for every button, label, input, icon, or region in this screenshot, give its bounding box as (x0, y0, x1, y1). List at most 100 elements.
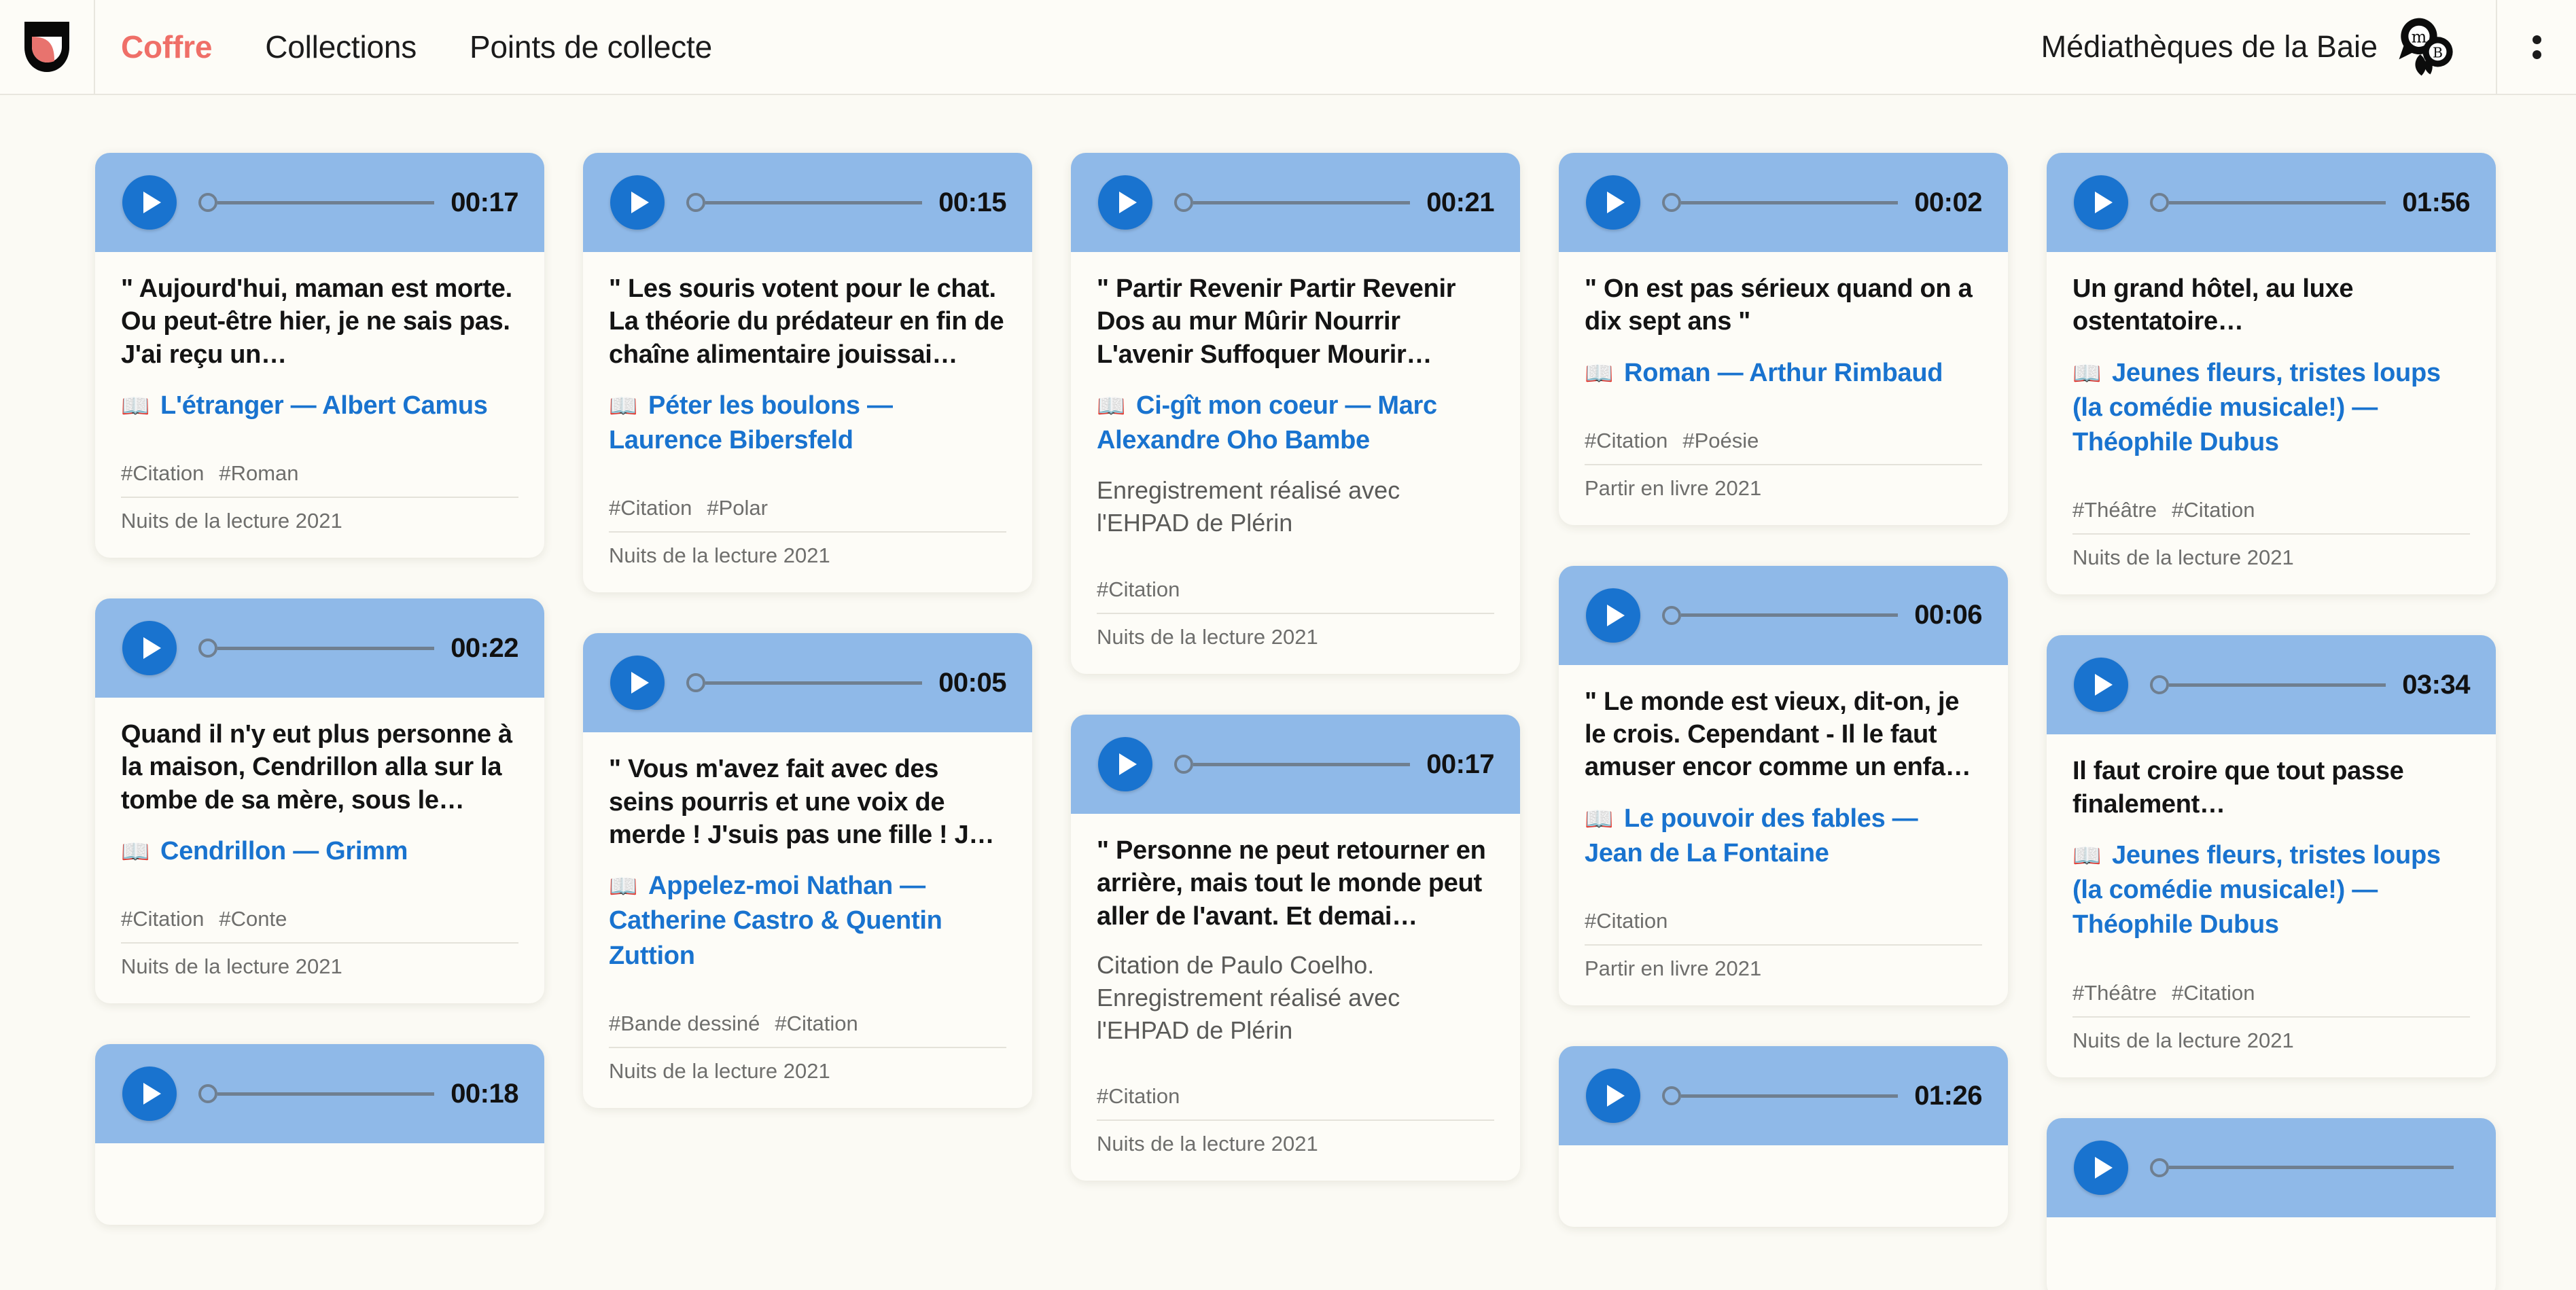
playback-slider[interactable] (2150, 1158, 2454, 1177)
audio-quote-card[interactable]: 01:26 (1559, 1046, 2008, 1228)
slider-track[interactable] (217, 1092, 435, 1096)
slider-track[interactable] (1681, 200, 1899, 204)
play-button[interactable] (2074, 175, 2128, 230)
tag[interactable]: #Polar (707, 496, 768, 520)
tag[interactable]: #Citation (121, 461, 204, 485)
play-button[interactable] (2074, 1140, 2128, 1195)
slider-track[interactable] (705, 681, 923, 685)
slider-track[interactable] (705, 200, 923, 204)
audio-quote-card[interactable]: 00:22 Quand il n'y eut plus personne à la… (95, 598, 544, 1004)
play-button[interactable] (1586, 1069, 1640, 1124)
nav-item-collections[interactable]: Collections (265, 29, 417, 65)
play-icon (2094, 674, 2113, 696)
tag[interactable]: #Citation (2172, 498, 2255, 522)
slider-knob[interactable] (2150, 675, 2169, 695)
play-button[interactable] (2074, 658, 2128, 713)
tag[interactable]: #Citation (775, 1011, 858, 1035)
nav-item-points-de-collecte[interactable]: Points de collecte (470, 29, 712, 65)
slider-knob[interactable] (686, 193, 705, 212)
slider-knob[interactable] (1662, 605, 1681, 625)
audio-quote-card[interactable]: 01:56 Un grand hôtel, au luxe ostentatoir… (2047, 153, 2496, 595)
audio-quote-card[interactable]: 00:06 " Le monde est vieux, dit-on, je le… (1559, 565, 2008, 1006)
source-link[interactable]: 📖 Ci-gît mon coeur — Marc Alexandre Oho B… (1097, 389, 1494, 459)
playback-slider[interactable] (1174, 755, 1411, 774)
slider-knob[interactable] (198, 193, 217, 212)
tag[interactable]: #Théâtre (2072, 498, 2157, 522)
source-link[interactable]: 📖 Jeunes fleurs, tristes loups (la comédi… (2072, 356, 2470, 461)
playback-slider[interactable] (2150, 675, 2386, 695)
slider-track[interactable] (217, 646, 435, 650)
slider-knob[interactable] (686, 673, 705, 693)
slider-knob[interactable] (2150, 193, 2169, 212)
slider-track[interactable] (1193, 762, 1411, 766)
source-link[interactable]: 📖 Le pouvoir des fables — Jean de La Font… (1585, 802, 1982, 872)
play-button[interactable] (122, 175, 177, 230)
slider-track[interactable] (2169, 1166, 2454, 1170)
tag[interactable]: #Citation (1097, 577, 1180, 601)
playback-slider[interactable] (1174, 193, 1411, 212)
playback-slider[interactable] (1662, 605, 1899, 625)
playback-slider[interactable] (198, 193, 435, 212)
audio-quote-card[interactable]: 00:17 " Aujourd'hui, maman est morte. Ou … (95, 153, 544, 558)
source-link[interactable]: 📖 Cendrillon — Grimm (121, 834, 518, 869)
slider-knob[interactable] (198, 639, 217, 658)
slider-track[interactable] (2169, 683, 2386, 687)
slider-track[interactable] (2169, 200, 2386, 204)
audio-quote-card[interactable]: 00:17 " Personne ne peut retourner en arr… (1071, 715, 1520, 1181)
play-button[interactable] (1586, 175, 1640, 230)
tag[interactable]: #Citation (1585, 909, 1668, 933)
playback-slider[interactable] (198, 639, 435, 658)
playback-slider[interactable] (686, 673, 923, 693)
play-button[interactable] (122, 1067, 177, 1122)
source-link[interactable]: 📖 Jeunes fleurs, tristes loups (la comédi… (2072, 838, 2470, 943)
slider-knob[interactable] (2150, 1158, 2169, 1177)
source-link[interactable]: 📖 Roman — Arthur Rimbaud (1585, 356, 1982, 391)
tag[interactable]: #Citation (1097, 1084, 1180, 1108)
source-link[interactable]: 📖 Appelez-moi Nathan — Catherine Castro &… (609, 869, 1006, 973)
tag[interactable]: #Poésie (1682, 429, 1759, 452)
audio-quote-card[interactable]: 00:21 " Partir Revenir Partir Revenir Dos… (1071, 153, 1520, 675)
source-link[interactable]: 📖 Péter les boulons — Laurence Bibersfeld (609, 389, 1006, 459)
play-button[interactable] (1586, 588, 1640, 643)
source-link[interactable]: 📖 L'étranger — Albert Camus (121, 389, 518, 423)
duration-label: 00:06 (1914, 600, 1982, 630)
tag-list: #Citation #Poésie (1585, 429, 1982, 464)
overflow-menu-button[interactable] (2496, 0, 2576, 94)
app-logo[interactable] (0, 0, 95, 94)
play-button[interactable] (610, 175, 665, 230)
slider-knob[interactable] (1174, 755, 1193, 774)
tag[interactable]: #Théâtre (2072, 981, 2157, 1005)
audio-quote-card[interactable]: 00:15 " Les souris votent pour le chat. L… (583, 153, 1032, 593)
tag[interactable]: #Bande dessiné (609, 1011, 760, 1035)
audio-quote-card[interactable]: 03:34 Il faut croire que tout passe final… (2047, 635, 2496, 1077)
audio-quote-card[interactable]: 00:18 (95, 1044, 544, 1225)
audio-quote-card[interactable]: 00:02 " On est pas sérieux quand on a dix… (1559, 153, 2008, 525)
playback-slider[interactable] (2150, 193, 2386, 212)
playback-slider[interactable] (1662, 1086, 1899, 1106)
tag[interactable]: #Citation (609, 496, 692, 520)
play-button[interactable] (1098, 737, 1152, 792)
slider-knob[interactable] (1662, 193, 1681, 212)
slider-track[interactable] (1681, 1094, 1899, 1098)
slider-knob[interactable] (198, 1084, 217, 1104)
tag[interactable]: #Citation (2172, 981, 2255, 1005)
tag-list: #Bande dessiné #Citation (609, 1011, 1006, 1047)
tag[interactable]: #Roman (219, 461, 298, 485)
slider-track[interactable] (217, 200, 435, 204)
slider-track[interactable] (1193, 200, 1411, 204)
slider-knob[interactable] (1662, 1086, 1681, 1106)
playback-slider[interactable] (198, 1084, 435, 1104)
tag[interactable]: #Citation (121, 907, 204, 931)
play-button[interactable] (1098, 175, 1152, 230)
playback-slider[interactable] (1662, 193, 1899, 212)
nav-item-coffre[interactable]: Coffre (121, 29, 212, 65)
tag[interactable]: #Conte (219, 907, 287, 931)
play-button[interactable] (122, 621, 177, 676)
playback-slider[interactable] (686, 193, 923, 212)
tag[interactable]: #Citation (1585, 429, 1668, 452)
slider-knob[interactable] (1174, 193, 1193, 212)
audio-quote-card[interactable] (2047, 1117, 2496, 1290)
play-button[interactable] (610, 656, 665, 711)
slider-track[interactable] (1681, 613, 1899, 617)
audio-quote-card[interactable]: 00:05 " Vous m'avez fait avec des seins p… (583, 633, 1032, 1108)
